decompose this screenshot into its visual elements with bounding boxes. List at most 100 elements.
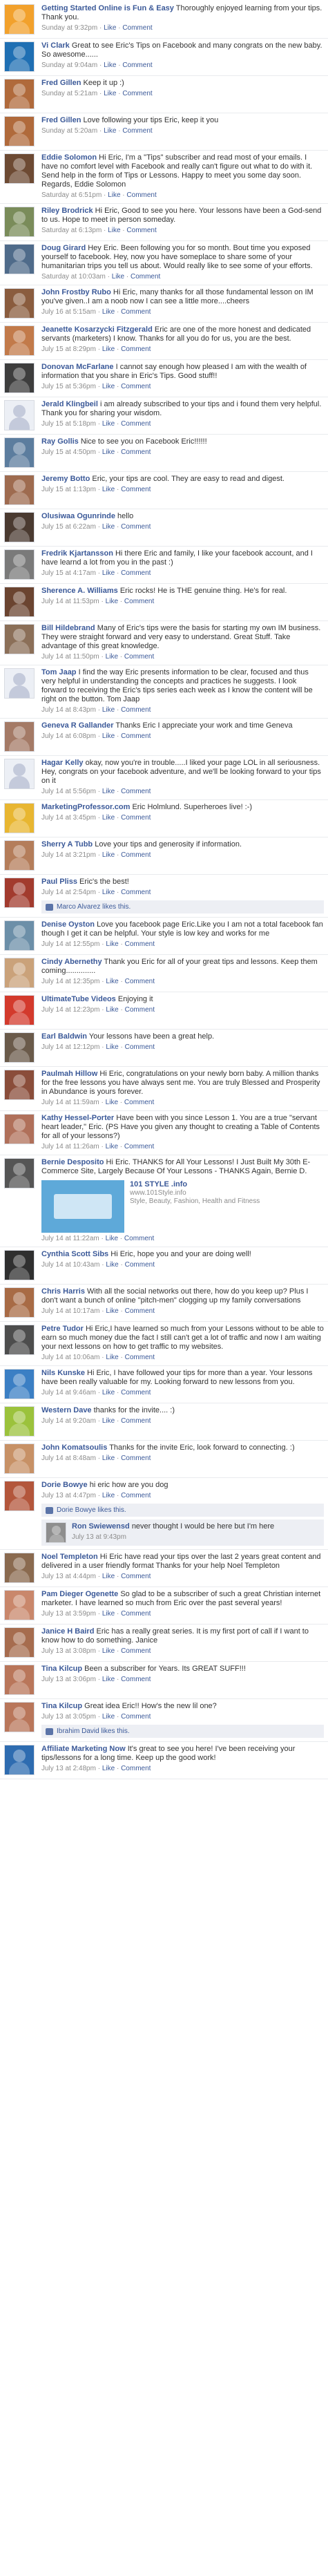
avatar[interactable] — [4, 958, 35, 988]
like-link[interactable]: Like — [102, 1647, 115, 1655]
like-link[interactable]: Like — [106, 1235, 118, 1242]
like-link[interactable]: Like — [102, 1676, 115, 1683]
avatar[interactable] — [4, 244, 35, 274]
comment-author-link[interactable]: Pam Dieger Ogenette — [41, 1590, 118, 1598]
avatar[interactable] — [4, 1114, 35, 1144]
avatar[interactable] — [4, 1158, 35, 1188]
avatar[interactable] — [4, 1745, 35, 1775]
like-link[interactable]: Like — [106, 1099, 118, 1106]
comment-author-link[interactable]: Noel Templeton — [41, 1553, 98, 1561]
avatar[interactable] — [4, 363, 35, 393]
comment-link[interactable]: Comment — [124, 1143, 154, 1150]
like-link[interactable]: Like — [108, 227, 120, 234]
comment-author-link[interactable]: Eddie Solomon — [41, 153, 97, 162]
likes-text[interactable]: Ibrahim David likes this. — [57, 1727, 130, 1736]
avatar[interactable] — [4, 1590, 35, 1620]
comment-author-link[interactable]: Bernie Desposito — [41, 1158, 104, 1166]
comment-author-link[interactable]: Dorie Bowye — [41, 1481, 88, 1489]
comment-author-link[interactable]: Affiliate Marketing Now — [41, 1745, 126, 1753]
comment-author-link[interactable]: Jerald Klingbeil — [41, 400, 98, 408]
likes-text[interactable]: Marco Alvarez likes this. — [57, 902, 131, 911]
comment-link[interactable]: Comment — [122, 61, 152, 69]
comment-author-link[interactable]: MarketingProfessor.com — [41, 803, 130, 811]
avatar[interactable] — [4, 840, 35, 871]
like-link[interactable]: Like — [102, 889, 115, 896]
comment-author-link[interactable]: Geneva R Gallander — [41, 721, 114, 730]
comment-link[interactable]: Comment — [125, 1307, 155, 1315]
like-link[interactable]: Like — [102, 383, 115, 390]
like-link[interactable]: Like — [102, 1573, 115, 1580]
like-link[interactable]: Like — [112, 273, 124, 281]
avatar[interactable] — [4, 920, 35, 951]
comment-link[interactable]: Comment — [121, 383, 151, 390]
comment-link[interactable]: Comment — [121, 420, 151, 428]
link-preview-title[interactable]: 101 STYLE .info — [130, 1180, 260, 1189]
comment-author-link[interactable]: Ray Gollis — [41, 437, 79, 446]
comment-author-link[interactable]: Nils Kunske — [41, 1369, 85, 1377]
like-link[interactable]: Like — [106, 1354, 118, 1361]
avatar[interactable] — [4, 116, 35, 146]
avatar[interactable] — [4, 668, 35, 699]
like-link[interactable]: Like — [102, 1417, 115, 1425]
like-link[interactable]: Like — [102, 569, 115, 577]
link-preview-card[interactable]: 101 STYLE .info www.101Style.info Style, B… — [41, 1180, 324, 1233]
like-link[interactable]: Like — [106, 1143, 118, 1150]
like-link[interactable]: Like — [108, 191, 120, 199]
comment-link[interactable]: Comment — [121, 788, 151, 795]
avatar[interactable] — [4, 400, 35, 430]
avatar[interactable] — [4, 207, 35, 237]
comment-link[interactable]: Comment — [125, 1006, 155, 1014]
comment-link[interactable]: Comment — [121, 851, 151, 859]
like-link[interactable]: Like — [102, 788, 115, 795]
like-link[interactable]: Like — [102, 851, 115, 859]
comment-author-link[interactable]: Tina Kilcup — [41, 1665, 82, 1673]
like-link[interactable]: Like — [102, 523, 115, 531]
like-link[interactable]: Like — [106, 1006, 118, 1014]
avatar[interactable] — [4, 1325, 35, 1355]
comment-link[interactable]: Comment — [121, 523, 151, 531]
like-link[interactable]: Like — [104, 90, 116, 97]
comment-link[interactable]: Comment — [126, 191, 156, 199]
like-link[interactable]: Like — [102, 448, 115, 456]
avatar[interactable] — [4, 4, 35, 35]
like-link[interactable]: Like — [104, 61, 116, 69]
comment-link[interactable]: Comment — [121, 1492, 151, 1499]
like-link[interactable]: Like — [102, 814, 115, 822]
like-link[interactable]: Like — [102, 1610, 115, 1618]
comment-link[interactable]: Comment — [131, 273, 160, 281]
comment-link[interactable]: Comment — [124, 598, 154, 605]
avatar[interactable] — [4, 1032, 35, 1063]
avatar[interactable] — [4, 41, 35, 72]
like-link[interactable]: Like — [106, 653, 118, 661]
avatar[interactable] — [4, 153, 35, 184]
comment-author-link[interactable]: Sherence A. Williams — [41, 587, 118, 595]
avatar[interactable] — [4, 549, 35, 580]
comment-author-link[interactable]: Riley Brodrick — [41, 207, 93, 215]
comment-link[interactable]: Comment — [126, 227, 156, 234]
avatar[interactable] — [4, 325, 35, 356]
avatar[interactable] — [4, 475, 35, 505]
comment-author-link[interactable]: Cindy Abernethy — [41, 958, 102, 966]
comment-link[interactable]: Comment — [121, 1610, 151, 1618]
like-link[interactable]: Like — [102, 1389, 115, 1396]
comment-link[interactable]: Comment — [122, 127, 152, 135]
like-link[interactable]: Like — [106, 598, 118, 605]
link-preview-thumbnail[interactable] — [41, 1180, 124, 1233]
comment-link[interactable]: Comment — [121, 732, 151, 740]
comment-link[interactable]: Comment — [121, 1765, 151, 1772]
like-link[interactable]: Like — [104, 127, 116, 135]
avatar[interactable] — [4, 512, 35, 542]
comment-link[interactable]: Comment — [121, 448, 151, 456]
avatar[interactable] — [4, 1553, 35, 1583]
like-link[interactable]: Like — [102, 706, 115, 714]
comment-author-link[interactable]: Chris Harris — [41, 1287, 85, 1296]
avatar[interactable] — [4, 79, 35, 109]
comment-author-link[interactable]: Doug Girard — [41, 244, 86, 252]
comment-link[interactable]: Comment — [121, 1713, 151, 1721]
comment-author-link[interactable]: Fred Gillen — [41, 116, 81, 124]
avatar[interactable] — [4, 437, 35, 468]
like-link[interactable]: Like — [102, 1713, 115, 1721]
avatar[interactable] — [4, 1481, 35, 1511]
like-link[interactable]: Like — [102, 1492, 115, 1499]
like-link[interactable]: Like — [104, 24, 116, 32]
